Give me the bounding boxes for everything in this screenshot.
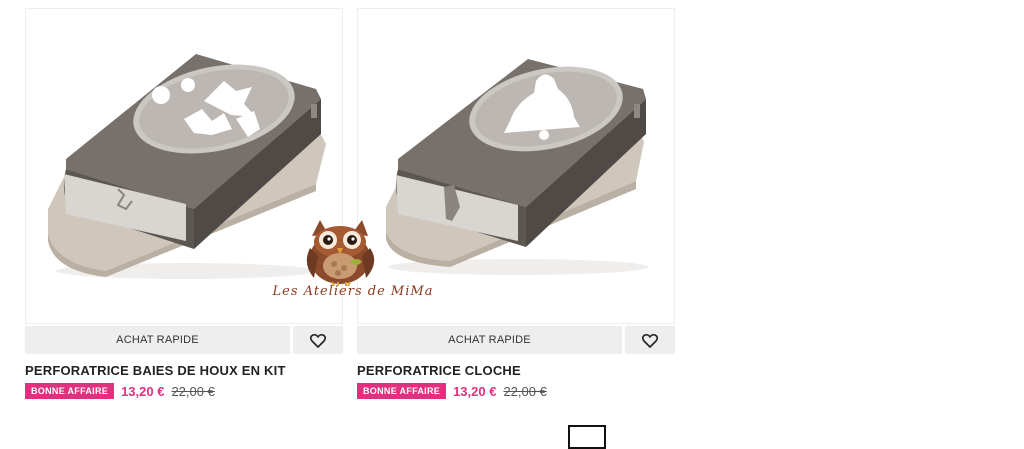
sale-price: 13,20 € <box>121 383 165 399</box>
product-title[interactable]: PERFORATRICE CLOCHE <box>357 363 675 378</box>
heart-icon <box>642 333 658 348</box>
quick-buy-label: ACHAT RAPIDE <box>448 334 531 346</box>
owl-logo <box>306 220 375 287</box>
quick-buy-button[interactable]: ACHAT RAPIDE <box>25 326 290 354</box>
quick-buy-label: ACHAT RAPIDE <box>116 334 199 346</box>
heart-icon <box>310 333 326 348</box>
original-price: 22,00 € <box>171 383 215 399</box>
watermark-text: Les Ateliers de MiMa <box>272 284 434 299</box>
product-card[interactable]: ACHAT RAPIDE PERFORATRICE CLOCHE BONNE A… <box>357 8 675 399</box>
wishlist-button[interactable] <box>625 326 675 354</box>
watermark: Les Ateliers de MiMa <box>262 216 444 306</box>
price-row: BONNE AFFAIRE 13,20 € 22,00 € <box>25 383 343 399</box>
deal-badge: BONNE AFFAIRE <box>25 383 115 399</box>
original-price: 22,00 € <box>503 383 547 399</box>
price-row: BONNE AFFAIRE 13,20 € 22,00 € <box>357 383 675 399</box>
product-title[interactable]: PERFORATRICE BAIES DE HOUX EN KIT <box>25 363 343 378</box>
product-card[interactable]: ACHAT RAPIDE PERFORATRICE BAIES DE HOUX … <box>25 8 343 399</box>
quick-buy-button[interactable]: ACHAT RAPIDE <box>357 326 622 354</box>
wishlist-button[interactable] <box>293 326 343 354</box>
pagination-button[interactable] <box>568 425 606 449</box>
deal-badge: BONNE AFFAIRE <box>357 383 447 399</box>
sale-price: 13,20 € <box>453 383 497 399</box>
